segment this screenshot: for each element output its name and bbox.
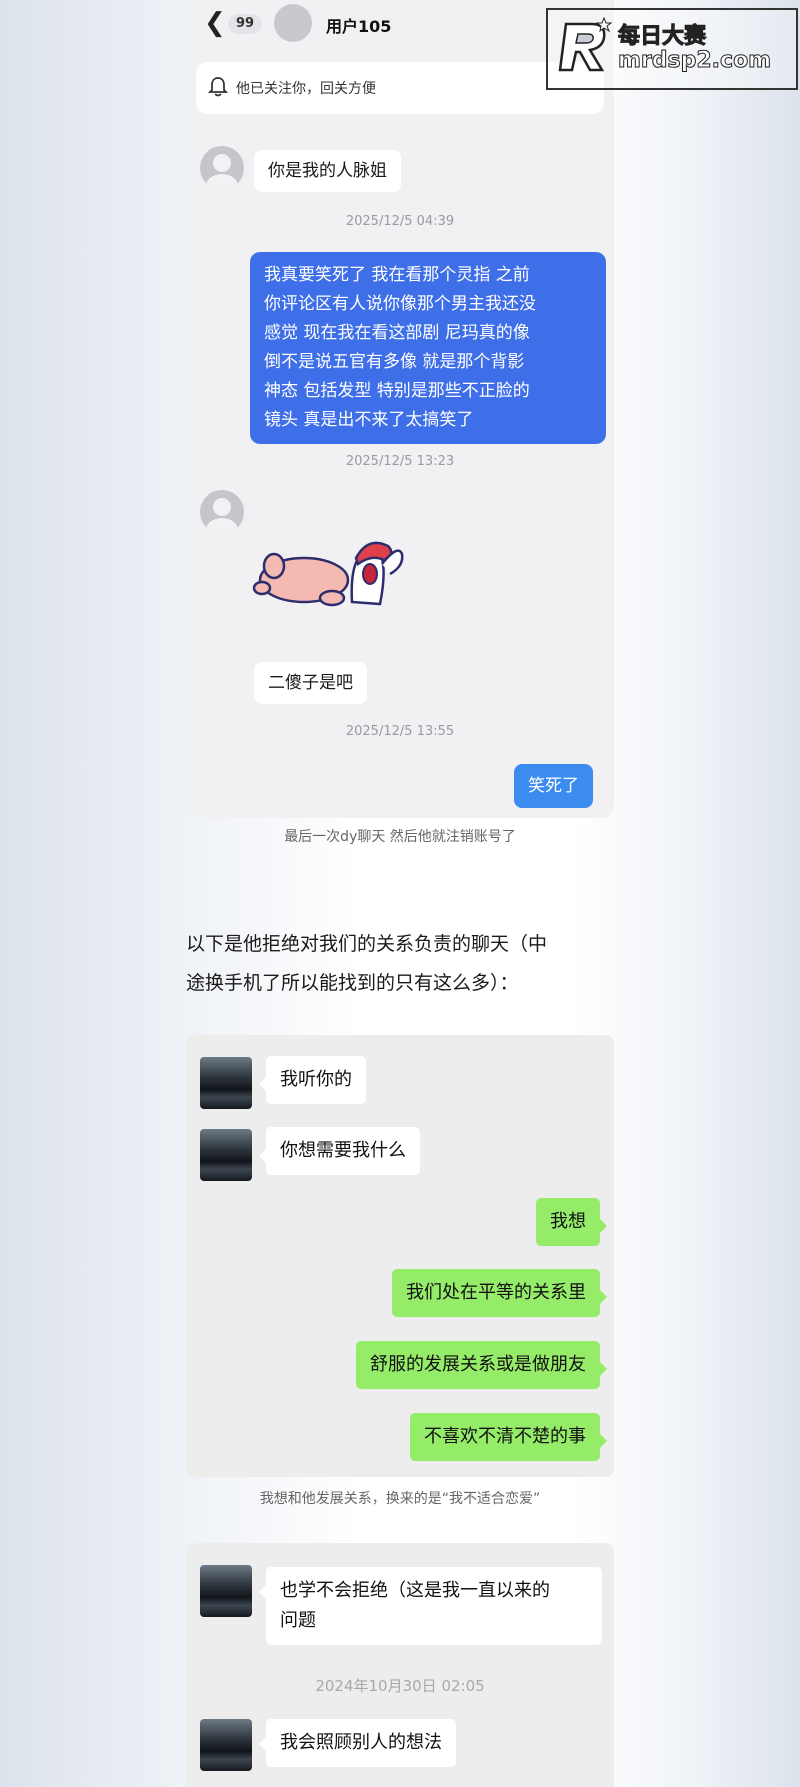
brand-logo-icon xyxy=(558,16,612,72)
message-line: 倒不是说五官有多像 就是那个背影 xyxy=(264,352,525,372)
message-line: 感觉 现在我在看这部剧 尼玛真的像 xyxy=(264,323,530,343)
paragraph-line: 途换手机了所以能找到的只有这么多）： xyxy=(186,972,519,994)
douyin-chat-screenshot: ❮ 99 用户105 他已关注你，回关方便 你是我的人脉姐 2025/12/5 … xyxy=(186,0,614,818)
wechat-chat-screenshot: 我听你的 你想需要我什么 我想 我们处在平等的关系里 舒服的发展关系或是做朋友 … xyxy=(186,1035,614,1477)
bell-icon xyxy=(208,77,228,97)
contact-name[interactable]: 用户105 xyxy=(326,13,391,37)
message-bubble-right: 我真要笑死了 我在看那个灵指 之前 你评论区有人说你像那个男主我还没 感觉 现在… xyxy=(250,252,606,444)
caption-1: 最后一次dy聊天 然后他就注销账号了 xyxy=(284,829,516,845)
message-line: 你评论区有人说你像那个男主我还没 xyxy=(264,294,536,314)
message-text: 你想需要我什么 xyxy=(280,1140,406,1161)
watermark-brand: 每日大赛 xyxy=(617,24,707,50)
message-bubble-right: 不喜欢不清不楚的事 xyxy=(410,1413,600,1461)
message-text: 笑死了 xyxy=(528,776,579,796)
message-line: 我真要笑死了 我在看那个灵指 之前 xyxy=(264,265,530,285)
message-line: 神态 包括发型 特别是那些不正脸的 xyxy=(264,381,530,401)
bubble-tail xyxy=(259,1077,266,1091)
wechat-chat-screenshot-2: 也学不会拒绝（这是我一直以来的 问题 2024年10月30日 02:05 我会照… xyxy=(186,1543,614,1787)
message-text: 我会照顾别人的想法 xyxy=(280,1732,442,1753)
timestamp: 2025/12/5 13:23 xyxy=(345,454,455,469)
bubble-tail xyxy=(259,1737,266,1751)
timestamp: 2025/12/5 04:39 xyxy=(345,214,455,229)
bubble-tail xyxy=(600,1362,607,1376)
message-text: 我听你的 xyxy=(280,1069,352,1090)
message-bubble-right: 舒服的发展关系或是做朋友 xyxy=(356,1341,600,1389)
bubble-tail xyxy=(600,1434,607,1448)
message-text: 二傻子是吧 xyxy=(268,673,353,693)
watermark-url: mrdsp2.com xyxy=(617,48,772,74)
caption-2: 我想和他发展关系，换来的是“我不适合恋爱” xyxy=(259,1491,541,1507)
body-paragraph: 以下是他拒绝对我们的关系负责的聊天（中 途换手机了所以能找到的只有这么多）： xyxy=(186,925,626,1003)
bubble-tail xyxy=(600,1219,607,1233)
message-bubble-left: 你想需要我什么 xyxy=(266,1127,420,1175)
message-bubble-left: 我会照顾别人的想法 xyxy=(266,1719,456,1767)
message-text: 不喜欢不清不楚的事 xyxy=(424,1426,586,1447)
avatar[interactable] xyxy=(200,490,244,534)
bubble-tail xyxy=(259,1585,266,1599)
message-bubble-right: 我们处在平等的关系里 xyxy=(392,1269,600,1317)
message-line: 镜头 真是出不来了太搞笑了 xyxy=(264,410,474,430)
message-bubble-right: 我想 xyxy=(536,1198,600,1246)
bubble-tail xyxy=(259,1149,266,1163)
unread-count-badge: 99 xyxy=(228,14,262,34)
message-line: 也学不会拒绝（这是我一直以来的 xyxy=(280,1580,550,1601)
paragraph-line: 以下是他拒绝对我们的关系负责的聊天（中 xyxy=(186,933,548,955)
back-chevron-icon[interactable]: ❮ xyxy=(204,10,226,36)
timestamp: 2025/12/5 13:55 xyxy=(345,724,455,739)
message-bubble-left: 我听你的 xyxy=(266,1056,366,1104)
avatar[interactable] xyxy=(200,1719,252,1771)
avatar[interactable] xyxy=(200,146,244,190)
message-text: 你是我的人脉姐 xyxy=(268,161,387,181)
message-text: 我们处在平等的关系里 xyxy=(406,1282,586,1303)
message-bubble-left: 二傻子是吧 xyxy=(254,662,367,704)
avatar[interactable] xyxy=(200,1129,252,1181)
follow-notice-text: 他已关注你，回关方便 xyxy=(236,81,376,97)
laughing-sticker[interactable] xyxy=(252,524,412,624)
contact-avatar[interactable] xyxy=(274,4,312,42)
message-text: 我想 xyxy=(550,1211,586,1232)
avatar[interactable] xyxy=(200,1565,252,1617)
avatar[interactable] xyxy=(200,1057,252,1109)
message-line: 问题 xyxy=(280,1610,316,1631)
message-bubble-left: 你是我的人脉姐 xyxy=(254,150,401,192)
message-bubble-left: 也学不会拒绝（这是我一直以来的 问题 xyxy=(266,1567,602,1645)
bubble-tail xyxy=(600,1290,607,1304)
timestamp: 2024年10月30日 02:05 xyxy=(315,1677,485,1695)
message-text: 舒服的发展关系或是做朋友 xyxy=(370,1354,586,1375)
message-bubble-right: 笑死了 xyxy=(514,764,593,808)
